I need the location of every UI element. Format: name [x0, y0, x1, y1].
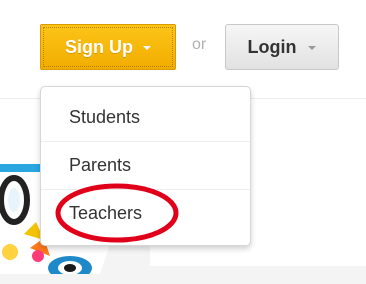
- menu-item-label: Parents: [69, 155, 132, 175]
- menu-item-parents[interactable]: Parents: [41, 141, 250, 189]
- sign-up-dropdown-menu: Students Parents Teachers: [40, 86, 251, 246]
- login-button[interactable]: Login: [225, 24, 339, 70]
- login-label: Login: [247, 36, 297, 57]
- chevron-down-icon: [308, 46, 317, 50]
- menu-item-students[interactable]: Students: [41, 93, 250, 141]
- sign-up-label: Sign Up: [65, 36, 133, 57]
- page: Sign Up or Login Students Parents Teache…: [0, 0, 366, 284]
- menu-item-teachers[interactable]: Teachers: [41, 189, 250, 237]
- chevron-down-icon: [143, 46, 151, 50]
- menu-item-label: Students: [69, 106, 141, 127]
- or-separator: or: [192, 36, 207, 53]
- menu-item-label: Teachers: [69, 203, 143, 223]
- sign-up-button[interactable]: Sign Up: [40, 24, 176, 70]
